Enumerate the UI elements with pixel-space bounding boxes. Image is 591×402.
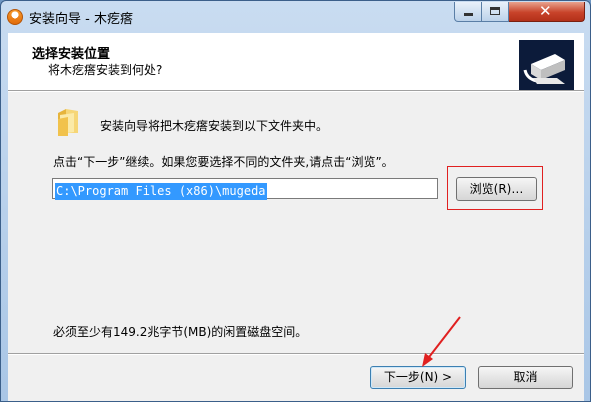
page-subtitle: 将木疙瘩安装到何处? — [48, 63, 163, 77]
disk-space-text: 必须至少有149.2兆字节(MB)的闲置磁盘空间。 — [53, 325, 308, 339]
install-path-input[interactable]: C:\Program Files (x86)\mugeda — [52, 178, 438, 200]
maximize-button[interactable] — [482, 2, 509, 22]
close-button[interactable]: ✕ — [509, 2, 585, 22]
page-header: 选择安装位置 将木疙瘩安装到何处? — [8, 33, 584, 91]
dialog-client: 选择安装位置 将木疙瘩安装到何处? 安装向导将把木疙瘩安装到以下文件夹中。 点击… — [8, 33, 584, 401]
browse-button[interactable]: 浏览(R)… — [456, 177, 537, 201]
close-icon: ✕ — [539, 2, 552, 20]
window-title: 安装向导 - 木疙瘩 — [29, 12, 133, 27]
installer-window: 安装向导 - 木疙瘩 ✕ 选择安装位置 将木疙瘩安装到何处? 安装向导将把木疙瘩… — [0, 0, 591, 402]
minimize-icon — [464, 13, 473, 16]
footer-separator — [8, 353, 584, 355]
page-title: 选择安装位置 — [32, 47, 111, 62]
minimize-button[interactable] — [454, 2, 482, 22]
folder-icon — [54, 107, 82, 137]
maximize-icon — [490, 7, 500, 15]
installer-logo-icon — [519, 40, 574, 91]
cancel-button[interactable]: 取消 — [478, 366, 573, 389]
instruction-text: 点击“下一步”继续。如果您要选择不同的文件夹,请点击“浏览”。 — [53, 155, 394, 169]
install-path-value: C:\Program Files (x86)\mugeda — [55, 183, 267, 200]
header-separator — [8, 90, 584, 92]
app-icon — [7, 9, 23, 25]
intro-text: 安装向导将把木疙瘩安装到以下文件夹中。 — [100, 119, 329, 133]
next-button[interactable]: 下一步(N) > — [370, 366, 466, 389]
title-bar[interactable]: 安装向导 - 木疙瘩 ✕ — [1, 1, 590, 33]
